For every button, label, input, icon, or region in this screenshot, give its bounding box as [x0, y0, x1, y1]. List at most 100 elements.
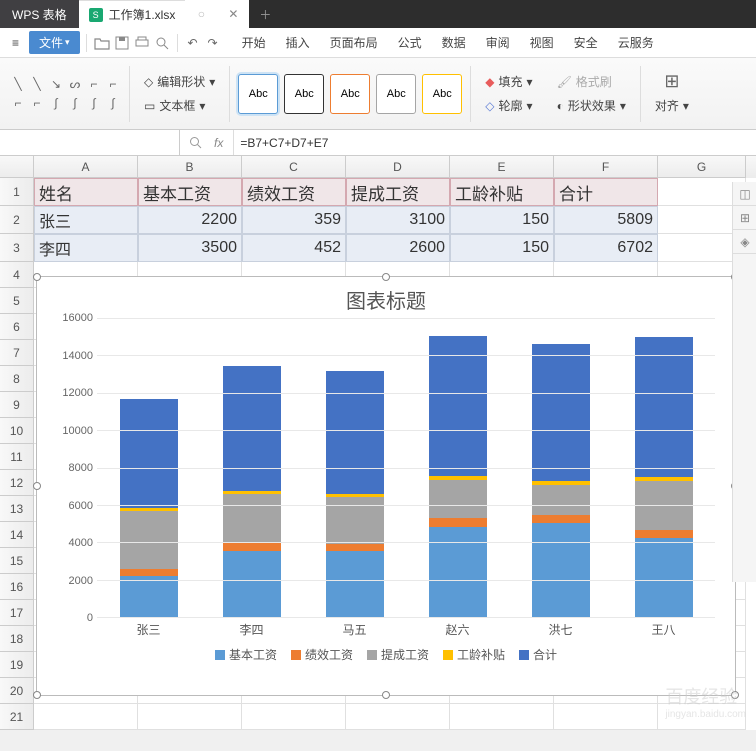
chart-object[interactable]: 图表标题 02000400060008000100001200014000160… [36, 276, 736, 696]
row-header[interactable]: 1 [0, 178, 34, 206]
cell[interactable]: 张三 [34, 206, 138, 234]
legend-item[interactable]: 绩效工资 [291, 646, 353, 663]
side-btn-3[interactable]: ◈ [733, 230, 756, 254]
shape-line2-icon[interactable]: ╲ [29, 76, 45, 92]
cell[interactable]: 2600 [346, 234, 450, 262]
fill-button[interactable]: ◆ 填充 ▾ [481, 71, 536, 92]
fx-label[interactable]: fx [210, 136, 227, 150]
edit-shape-button[interactable]: ◇ 编辑形状 ▾ [140, 71, 219, 92]
row-header[interactable]: 10 [0, 418, 34, 444]
format-painter-button[interactable]: 🖌 格式刷 [553, 71, 630, 92]
cell[interactable]: 工龄补贴 [450, 178, 554, 206]
side-btn-1[interactable]: ◫ [733, 182, 756, 206]
align-icon[interactable]: ⊞ [664, 71, 679, 92]
shape-curve5-icon[interactable]: ∫ [105, 95, 121, 111]
bar-stack[interactable] [429, 336, 487, 617]
bar-stack[interactable] [635, 337, 693, 617]
col-header-c[interactable]: C [242, 156, 346, 178]
cell[interactable]: 359 [242, 206, 346, 234]
legend-item[interactable]: 提成工资 [367, 646, 429, 663]
row-header[interactable]: 15 [0, 548, 34, 574]
tab-review[interactable]: 审阅 [476, 28, 520, 57]
tab-page-layout[interactable]: 页面布局 [320, 28, 388, 57]
row-header[interactable]: 5 [0, 288, 34, 314]
print-icon[interactable] [133, 34, 151, 52]
row-header[interactable]: 7 [0, 340, 34, 366]
cell[interactable]: 姓名 [34, 178, 138, 206]
resize-handle-sw[interactable] [33, 691, 41, 699]
cell[interactable]: 提成工资 [346, 178, 450, 206]
style-preset-2[interactable]: Abc [284, 74, 324, 114]
print-preview-icon[interactable] [153, 34, 171, 52]
cell[interactable]: 3500 [138, 234, 242, 262]
bar-segment[interactable] [532, 485, 590, 515]
align-button[interactable]: 对齐 ▾ [651, 95, 693, 116]
cell[interactable] [658, 704, 746, 730]
shape-arrow-icon[interactable]: ↘ [48, 76, 64, 92]
new-tab-button[interactable]: ＋ [249, 0, 281, 28]
cell[interactable]: 150 [450, 234, 554, 262]
cell[interactable]: 合计 [554, 178, 658, 206]
style-gallery[interactable]: Abc Abc Abc Abc Abc [234, 70, 466, 118]
undo-icon[interactable]: ↶ [184, 34, 202, 52]
resize-handle-s[interactable] [382, 691, 390, 699]
style-preset-5[interactable]: Abc [422, 74, 462, 114]
resize-handle-se[interactable] [731, 691, 739, 699]
chart-title[interactable]: 图表标题 [37, 277, 735, 318]
row-header[interactable]: 21 [0, 704, 34, 730]
row-header[interactable]: 14 [0, 522, 34, 548]
row-header[interactable]: 12 [0, 470, 34, 496]
shape-elbow-icon[interactable]: ⌐ [86, 76, 102, 92]
bar-stack[interactable] [532, 344, 590, 617]
shape-line-icon[interactable]: ╲ [10, 76, 26, 92]
cell[interactable]: 2200 [138, 206, 242, 234]
tab-insert[interactable]: 插入 [276, 28, 320, 57]
cell[interactable]: 6702 [554, 234, 658, 262]
cell[interactable]: 150 [450, 206, 554, 234]
bar-stack[interactable] [120, 399, 178, 617]
row-header[interactable]: 3 [0, 234, 34, 262]
row-header[interactable]: 19 [0, 652, 34, 678]
save-icon[interactable] [113, 34, 131, 52]
tab-cloud[interactable]: 云服务 [608, 28, 664, 57]
tab-data[interactable]: 数据 [432, 28, 476, 57]
shape-connector-icon[interactable]: ⌐ [10, 95, 26, 111]
col-header-e[interactable]: E [450, 156, 554, 178]
tab-close-icon[interactable]: ✕ [217, 0, 249, 28]
bar-segment[interactable] [532, 344, 590, 480]
tab-formula[interactable]: 公式 [388, 28, 432, 57]
legend-item[interactable]: 合计 [519, 646, 557, 663]
legend-item[interactable]: 基本工资 [215, 646, 277, 663]
redo-icon[interactable]: ↷ [204, 34, 222, 52]
bar-segment[interactable] [532, 523, 590, 617]
bar-segment[interactable] [429, 480, 487, 518]
style-preset-3[interactable]: Abc [330, 74, 370, 114]
outline-button[interactable]: ◇ 轮廓 ▾ [481, 95, 536, 116]
row-header[interactable]: 4 [0, 262, 34, 288]
bar-segment[interactable] [429, 336, 487, 477]
shape-curve-icon[interactable]: ᔕ [67, 76, 83, 92]
shape-effect-button[interactable]: ◐ 形状效果 ▾ [553, 95, 630, 116]
bar-segment[interactable] [429, 518, 487, 527]
bar-segment[interactable] [120, 576, 178, 617]
col-header-g[interactable]: G [658, 156, 746, 178]
shape-curve2-icon[interactable]: ∫ [48, 95, 64, 111]
resize-handle-nw[interactable] [33, 273, 41, 281]
resize-handle-n[interactable] [382, 273, 390, 281]
bar-segment[interactable] [429, 527, 487, 617]
name-box[interactable] [0, 130, 180, 155]
document-tab[interactable]: S 工作簿1.xlsx [79, 0, 186, 28]
formula-input[interactable]: =B7+C7+D7+E7 [233, 130, 756, 155]
row-header[interactable]: 2 [0, 206, 34, 234]
bar-segment[interactable] [326, 544, 384, 552]
row-header[interactable]: 13 [0, 496, 34, 522]
bar-segment[interactable] [120, 399, 178, 508]
bar-segment[interactable] [326, 371, 384, 494]
bar-segment[interactable] [326, 551, 384, 617]
bar-segment[interactable] [120, 569, 178, 576]
bar-segment[interactable] [635, 337, 693, 477]
tab-view[interactable]: 视图 [520, 28, 564, 57]
cell[interactable] [450, 704, 554, 730]
row-header[interactable]: 9 [0, 392, 34, 418]
cell[interactable] [554, 704, 658, 730]
